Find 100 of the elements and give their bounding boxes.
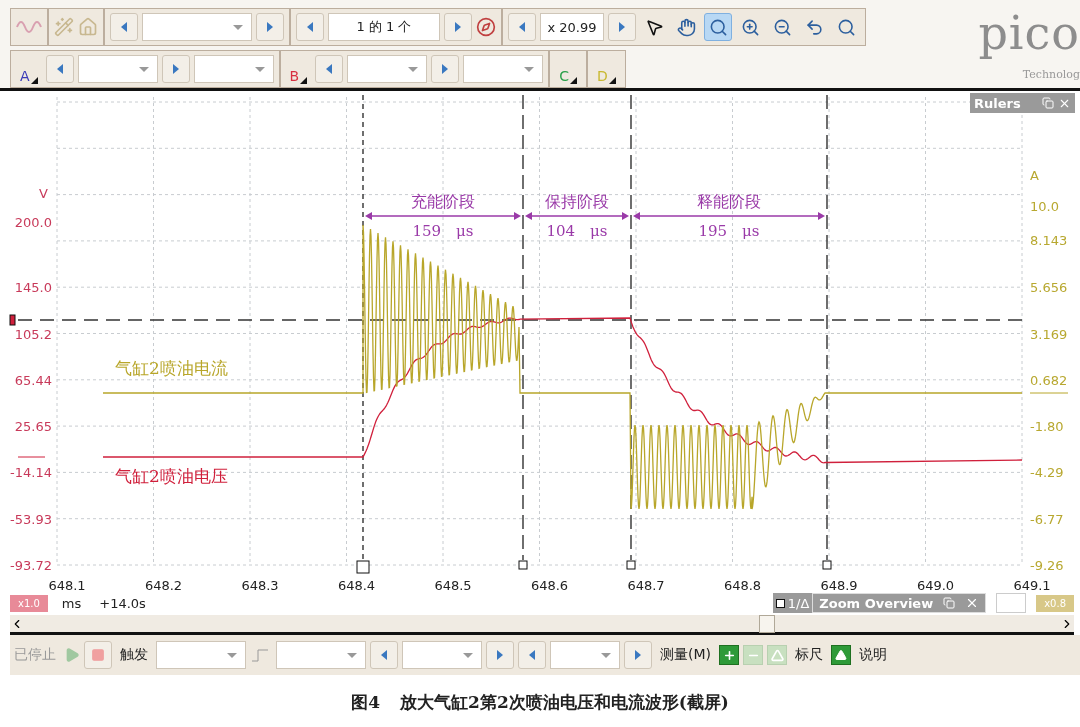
axis-label: 8.143 (1030, 233, 1068, 248)
zoom-tool-button[interactable] (704, 13, 732, 41)
caret-icon (30, 77, 38, 84)
axis-unit: V (39, 186, 48, 201)
offset-label: +14.0s (98, 595, 147, 611)
dropdown-field[interactable] (276, 641, 366, 669)
axis-label: 10.0 (1030, 199, 1059, 214)
right-arrow-icon (171, 63, 180, 75)
dropdown-field[interactable] (347, 55, 428, 83)
horizontal-ruler[interactable] (17, 319, 1023, 321)
vertical-ruler[interactable] (822, 94, 832, 570)
vertical-ruler[interactable] (626, 94, 636, 570)
axis-label: 648.8 (723, 578, 762, 591)
channel-button[interactable]: A (16, 54, 42, 84)
undo-icon (804, 17, 824, 37)
zoom-in-icon (740, 17, 760, 37)
ruler-button[interactable] (831, 645, 851, 665)
hand-icon (676, 17, 696, 37)
page-field[interactable]: 1 的 1 个 (328, 13, 440, 41)
status-label: 已停止 (13, 646, 57, 664)
previous-button[interactable] (315, 55, 344, 83)
axis-label: -9.26 (1030, 558, 1064, 573)
previous-button[interactable] (508, 13, 536, 41)
trigger-label: 触发 (119, 646, 149, 664)
next-button[interactable] (444, 13, 472, 41)
axis-label: 105.2 (14, 327, 52, 342)
restore-icon[interactable] (1042, 96, 1054, 109)
previous-button[interactable] (110, 13, 138, 41)
left-arrow-icon (55, 63, 64, 75)
axis-label: 5.656 (1030, 280, 1068, 295)
axis-label: 3.169 (1030, 327, 1068, 342)
left-arrow-icon (306, 21, 314, 33)
dropdown-field[interactable] (156, 641, 246, 669)
magnifier-icon (708, 17, 728, 37)
left-arrow-icon (380, 649, 388, 661)
measure-label: 测量(M) (659, 646, 712, 664)
panel-title: Zoom Overview (819, 595, 934, 611)
vertical-ruler[interactable] (518, 94, 528, 570)
channel-button[interactable]: B (285, 54, 312, 84)
panel-title: Rulers (974, 95, 1021, 111)
dropdown-field[interactable] (550, 641, 620, 669)
scroll-thumb[interactable] (759, 614, 775, 633)
previous-button[interactable] (45, 55, 74, 83)
next-button[interactable] (256, 13, 284, 41)
left-arrow-icon (325, 63, 334, 75)
panel-prefix: 1/Δ (787, 595, 810, 611)
dropdown-field[interactable] (142, 13, 252, 41)
dropdown-field[interactable] (193, 55, 274, 83)
axis-label: 25.65 (14, 419, 52, 434)
previous-button[interactable] (296, 13, 324, 41)
axis-label: 200.0 (14, 215, 52, 230)
axis-label: -4.29 (1030, 465, 1064, 480)
axis-label: 648.6 (530, 578, 569, 591)
previous-button[interactable] (518, 641, 546, 669)
axis-label: -53.93 (10, 512, 52, 527)
axis-label: 648.2 (144, 578, 183, 591)
phase-label: 充能阶段 (411, 192, 475, 211)
right-arrow-icon (618, 21, 626, 33)
figure-caption: 放大气缸2第2次喷油电压和电流波形(截屏) (400, 691, 729, 714)
next-button[interactable] (431, 55, 460, 83)
right-arrow-icon (496, 649, 504, 661)
duration-label: 195 μs (698, 222, 760, 240)
duration-label: 159 μs (412, 222, 474, 240)
caret-icon (608, 77, 616, 84)
triangle-icon (835, 649, 847, 661)
zoom-field[interactable]: x 20.99 (540, 13, 604, 41)
triangle-icon (770, 648, 784, 662)
vertical-ruler[interactable] (356, 94, 370, 574)
left-arrow-icon (518, 21, 526, 33)
compass-icon[interactable] (476, 17, 496, 37)
previous-button[interactable] (370, 641, 398, 669)
zoom-out-icon (772, 17, 792, 37)
axis-label: -93.72 (10, 558, 52, 573)
right-arrow-icon (266, 21, 274, 33)
unit-label: ms (60, 595, 83, 611)
axis-label: 648.4 (337, 578, 376, 591)
axis-label: 649.1 (1013, 578, 1051, 591)
caret-icon (569, 77, 577, 84)
next-button[interactable] (161, 55, 190, 83)
trace-label: 气缸2喷油电压 (115, 466, 228, 486)
ruler-handle[interactable] (9, 314, 16, 326)
axis-label: -14.14 (10, 465, 52, 480)
trace-label: 气缸2喷油电流 (115, 358, 228, 378)
axis-label: 648.9 (820, 578, 858, 591)
dropdown-field[interactable] (402, 641, 482, 669)
stop-icon (91, 648, 105, 662)
phase-label: 保持阶段 (545, 192, 609, 211)
next-button[interactable] (624, 641, 652, 669)
pointer-icon (644, 17, 664, 37)
measure-button[interactable] (719, 645, 739, 665)
axis-label: 648.5 (434, 578, 472, 591)
next-button[interactable] (608, 13, 636, 41)
dropdown-field[interactable] (463, 55, 544, 83)
axis-label: -6.77 (1030, 512, 1064, 527)
dropdown-field[interactable] (77, 55, 158, 83)
next-button[interactable] (486, 641, 514, 669)
axis-label: 648.3 (241, 578, 279, 591)
axis-label: 648.7 (627, 578, 665, 591)
restore-icon[interactable] (943, 597, 956, 609)
right-arrow-icon (634, 649, 642, 661)
